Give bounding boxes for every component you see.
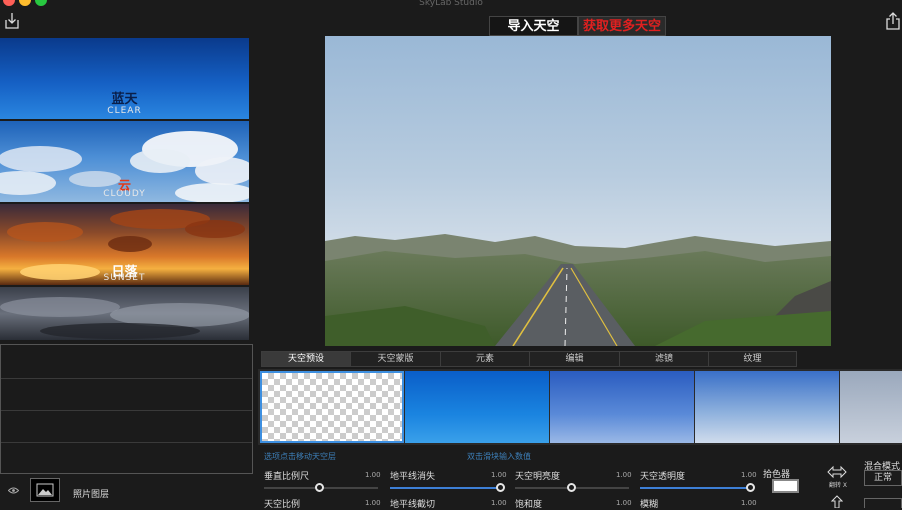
layer-divider xyxy=(1,378,252,379)
sky-label-en: CLOUDY xyxy=(103,189,146,199)
horizon-fade-track[interactable] xyxy=(390,487,502,489)
hint-move-sky: 选项点击移动天空层 xyxy=(264,452,336,461)
sky-label-en: SUNSET xyxy=(103,273,146,283)
tab-filters[interactable]: 滤镜 xyxy=(620,352,709,366)
blur-value: 1.00 xyxy=(741,499,757,507)
flip-horizontal-icon[interactable] xyxy=(827,465,847,479)
storm-clouds xyxy=(0,297,249,339)
layer-divider xyxy=(1,410,252,411)
sky-opacity-value: 1.00 xyxy=(741,471,757,479)
sky-label-en: CLEAR xyxy=(107,106,142,116)
vertical-scale-label: 垂直比例尺 xyxy=(264,472,310,482)
color-picker-swatch[interactable] xyxy=(772,479,799,493)
sky-item-clear[interactable]: 蓝天 CLEAR xyxy=(0,38,249,119)
sky-item-stormy[interactable] xyxy=(0,287,249,340)
main-preview[interactable] xyxy=(325,36,831,346)
preset-none[interactable] xyxy=(260,371,404,443)
flip-x-label: 翻转 X xyxy=(829,482,848,489)
tab-sky-mask[interactable]: 天空蒙版 xyxy=(351,352,441,366)
app-title: SkyLab Studio xyxy=(419,0,483,8)
vertical-scale-value: 1.00 xyxy=(365,471,381,479)
photo-layer-label: 照片图层 xyxy=(73,490,110,500)
sky-label-cn: 蓝天 xyxy=(111,92,138,107)
saturation-label: 饱和度 xyxy=(515,500,543,510)
sky-item-sunset[interactable]: 日落 SUNSET xyxy=(0,204,249,285)
preset-blue-haze[interactable] xyxy=(550,371,694,443)
horizon-cut-label: 地平线截切 xyxy=(390,500,436,510)
sky-brightness-value: 1.00 xyxy=(616,471,632,479)
layers-panel xyxy=(0,344,253,474)
sky-scale-value: 1.00 xyxy=(365,499,381,507)
tab-sky-presets[interactable]: 天空预设 xyxy=(262,352,351,366)
preview-image xyxy=(325,36,831,346)
get-more-skies-button[interactable]: 获取更多天空 xyxy=(578,16,666,36)
tab-edit[interactable]: 编辑 xyxy=(530,352,620,366)
blend-mode-select[interactable]: 正常 xyxy=(864,470,902,486)
sky-opacity-track[interactable] xyxy=(640,487,752,489)
share-icon[interactable] xyxy=(886,12,900,30)
blur-label: 模糊 xyxy=(640,500,659,510)
preset-pale[interactable] xyxy=(840,371,902,443)
tab-textures[interactable]: 纹理 xyxy=(709,352,796,366)
flip-vertical-icon[interactable] xyxy=(831,495,843,508)
vertical-scale-slider[interactable] xyxy=(315,483,324,492)
sky-preset-strip xyxy=(258,369,902,445)
hint-double-click: 双击滑块输入数值 xyxy=(467,452,531,461)
photo-layer-thumbnail[interactable] xyxy=(30,478,60,502)
sky-opacity-label: 天空透明度 xyxy=(640,472,686,482)
eye-icon[interactable] xyxy=(8,487,19,494)
layer-divider xyxy=(1,442,252,443)
import-icon[interactable] xyxy=(5,12,19,29)
sky-brightness-slider[interactable] xyxy=(567,483,576,492)
sky-opacity-slider[interactable] xyxy=(746,483,755,492)
title-bar: SkyLab Studio xyxy=(0,0,902,12)
sky-scale-label: 天空比例 xyxy=(264,500,301,510)
horizon-fade-slider[interactable] xyxy=(496,483,505,492)
saturation-value: 1.00 xyxy=(616,499,632,507)
horizon-fade-value: 1.00 xyxy=(491,471,507,479)
horizon-cut-value: 1.00 xyxy=(491,499,507,507)
import-sky-button[interactable]: 导入天空 xyxy=(489,16,578,36)
secondary-button[interactable] xyxy=(864,498,902,508)
tab-elements[interactable]: 元素 xyxy=(441,352,530,366)
tab-bar: 天空预设 天空蒙版 元素 编辑 滤镜 纹理 xyxy=(261,351,797,367)
preset-light-blue[interactable] xyxy=(695,371,839,443)
sky-brightness-label: 天空明亮度 xyxy=(515,472,561,482)
horizon-fade-label: 地平线消失 xyxy=(390,472,436,482)
sky-item-cloudy[interactable]: 云 CLOUDY xyxy=(0,121,249,202)
image-icon xyxy=(36,483,54,497)
preset-blue-sky[interactable] xyxy=(405,371,549,443)
